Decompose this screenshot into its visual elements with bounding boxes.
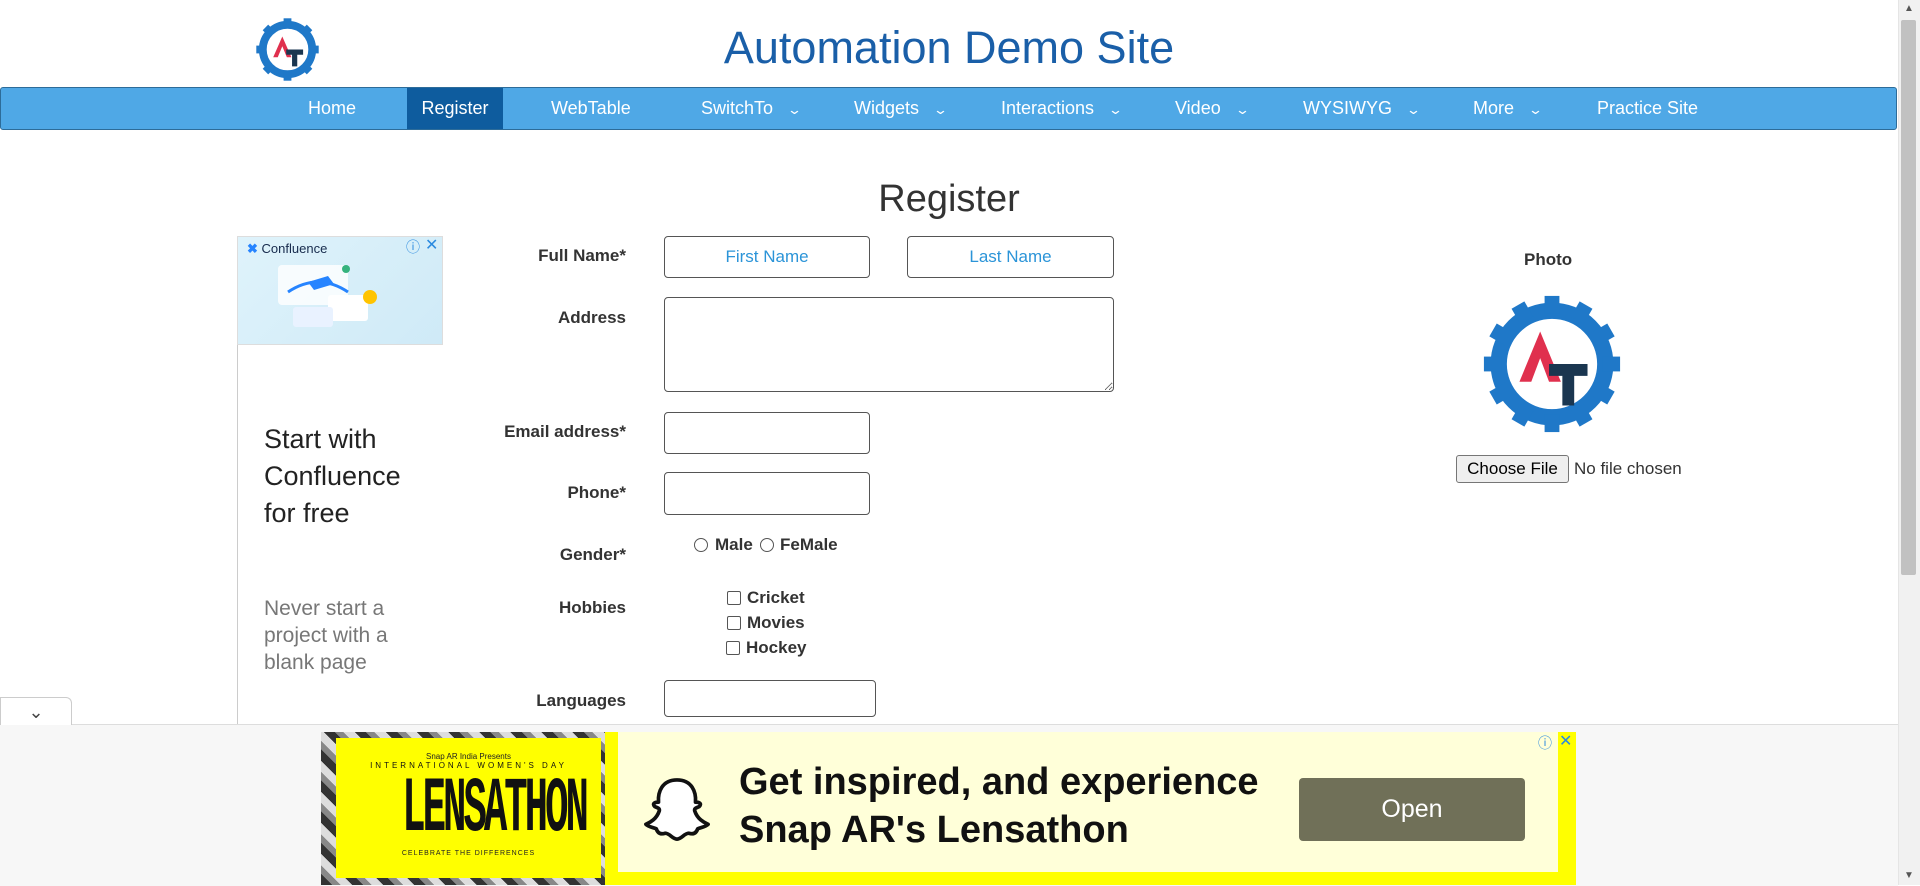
last-name-input[interactable] <box>907 236 1114 278</box>
nav-wysiwyg-label: WYSIWYG <box>1303 98 1392 118</box>
chevron-down-icon: ⌄ <box>1527 102 1544 117</box>
confluence-brand-label: Confluence <box>261 241 328 256</box>
hobby-cricket-checkbox[interactable] <box>727 591 741 605</box>
address-label: Address <box>557 308 626 327</box>
nav-video-label: Video <box>1175 98 1221 118</box>
nav-more-label: More <box>1473 98 1515 118</box>
nav-home-label: Home <box>307 98 356 118</box>
nav-register-label: Register <box>421 98 489 118</box>
chevron-down-icon: ⌄ <box>1405 102 1422 117</box>
nav-video[interactable]: Video ⌄ <box>1175 88 1250 129</box>
ad-close-icon[interactable]: ✕ <box>1559 731 1572 751</box>
hobbies-label: Hobbies <box>558 598 626 617</box>
nav-practice-site-label: Practice Site <box>1597 98 1699 118</box>
languages-label: Languages <box>536 691 626 710</box>
file-status: No file chosen <box>1574 459 1682 478</box>
hobby-movies-checkbox[interactable] <box>727 616 741 630</box>
page-title: Register <box>878 178 1020 220</box>
first-name-input[interactable] <box>664 236 870 278</box>
scroll-down-icon[interactable]: ▼ <box>1898 867 1920 885</box>
hobby-cricket-label: Cricket <box>747 588 805 607</box>
chevron-down-icon: ⌄ <box>932 102 949 117</box>
gender-male-label: Male <box>715 535 753 554</box>
gender-male-radio[interactable] <box>694 538 708 552</box>
phone-field[interactable] <box>664 472 870 515</box>
full-name-label: Full Name* <box>538 246 626 265</box>
nav-webtable-label: WebTable <box>551 98 631 118</box>
chevron-down-icon: ⌄ <box>1107 102 1124 117</box>
site-title: Automation Demo Site <box>723 22 1175 73</box>
chevron-down-icon: ⌄ <box>1234 102 1250 117</box>
chevron-down-icon: ⌄ <box>28 702 44 722</box>
email-label: Email address* <box>504 422 626 441</box>
nav-more[interactable]: More ⌄ <box>1473 88 1544 129</box>
nav-register[interactable]: Register <box>407 88 503 129</box>
languages-multiselect[interactable] <box>664 680 876 717</box>
nav-interactions-label: Interactions <box>1001 98 1095 118</box>
lensathon-poster: Snap AR India Presents INTERNATIONAL WOM… <box>336 738 601 878</box>
hobby-movies-label: Movies <box>747 613 805 632</box>
nav-switchto-label: SwitchTo <box>701 98 774 118</box>
snap-ad-headline: Get inspired, and experience Snap AR's L… <box>739 761 1259 851</box>
photo-label: Photo <box>1524 250 1573 269</box>
nav-home[interactable]: Home <box>294 88 370 129</box>
scrollbar-thumb[interactable] <box>1901 20 1916 575</box>
collapse-ad-button[interactable]: ⌄ <box>0 697 72 725</box>
confluence-icon: ✖ <box>247 241 258 256</box>
nav-webtable[interactable]: WebTable <box>551 88 631 129</box>
nav-interactions[interactable]: Interactions ⌄ <box>1001 88 1124 129</box>
hobby-hockey-checkbox[interactable] <box>726 641 740 655</box>
nav-wysiwyg[interactable]: WYSIWYG ⌄ <box>1303 88 1422 129</box>
lensathon-presenter: Snap AR India Presents <box>426 752 511 761</box>
main-nav: Home Register WebTable SwitchTo ⌄ Widgets… <box>0 87 1897 130</box>
scroll-up-icon[interactable]: ▲ <box>1898 0 1920 18</box>
lensathon-title: LENSATHON <box>402 766 589 854</box>
phone-label: Phone* <box>567 483 626 502</box>
open-button[interactable]: Open <box>1299 778 1525 841</box>
chevron-down-icon: ⌄ <box>786 102 803 117</box>
choose-file-button[interactable]: Choose File <box>1456 455 1569 483</box>
address-textarea[interactable] <box>664 297 1114 392</box>
nav-switchto[interactable]: SwitchTo ⌄ <box>701 88 803 129</box>
ad-info-icon[interactable]: ⓘ <box>1538 733 1552 753</box>
snapchat-ghost-icon <box>644 778 710 841</box>
nav-widgets-label: Widgets <box>854 98 920 118</box>
nav-widgets[interactable]: Widgets ⌄ <box>854 88 949 129</box>
gender-female-label: FeMale <box>780 535 838 554</box>
gender-female-radio[interactable] <box>760 538 774 552</box>
email-field[interactable] <box>664 412 870 454</box>
nav-practice-site[interactable]: Practice Site <box>1597 88 1698 129</box>
hobby-hockey-label: Hockey <box>746 638 807 657</box>
gender-label: Gender* <box>559 545 626 564</box>
confluence-brand: ✖ Confluence <box>247 241 327 257</box>
photo-preview-logo <box>1483 295 1621 433</box>
